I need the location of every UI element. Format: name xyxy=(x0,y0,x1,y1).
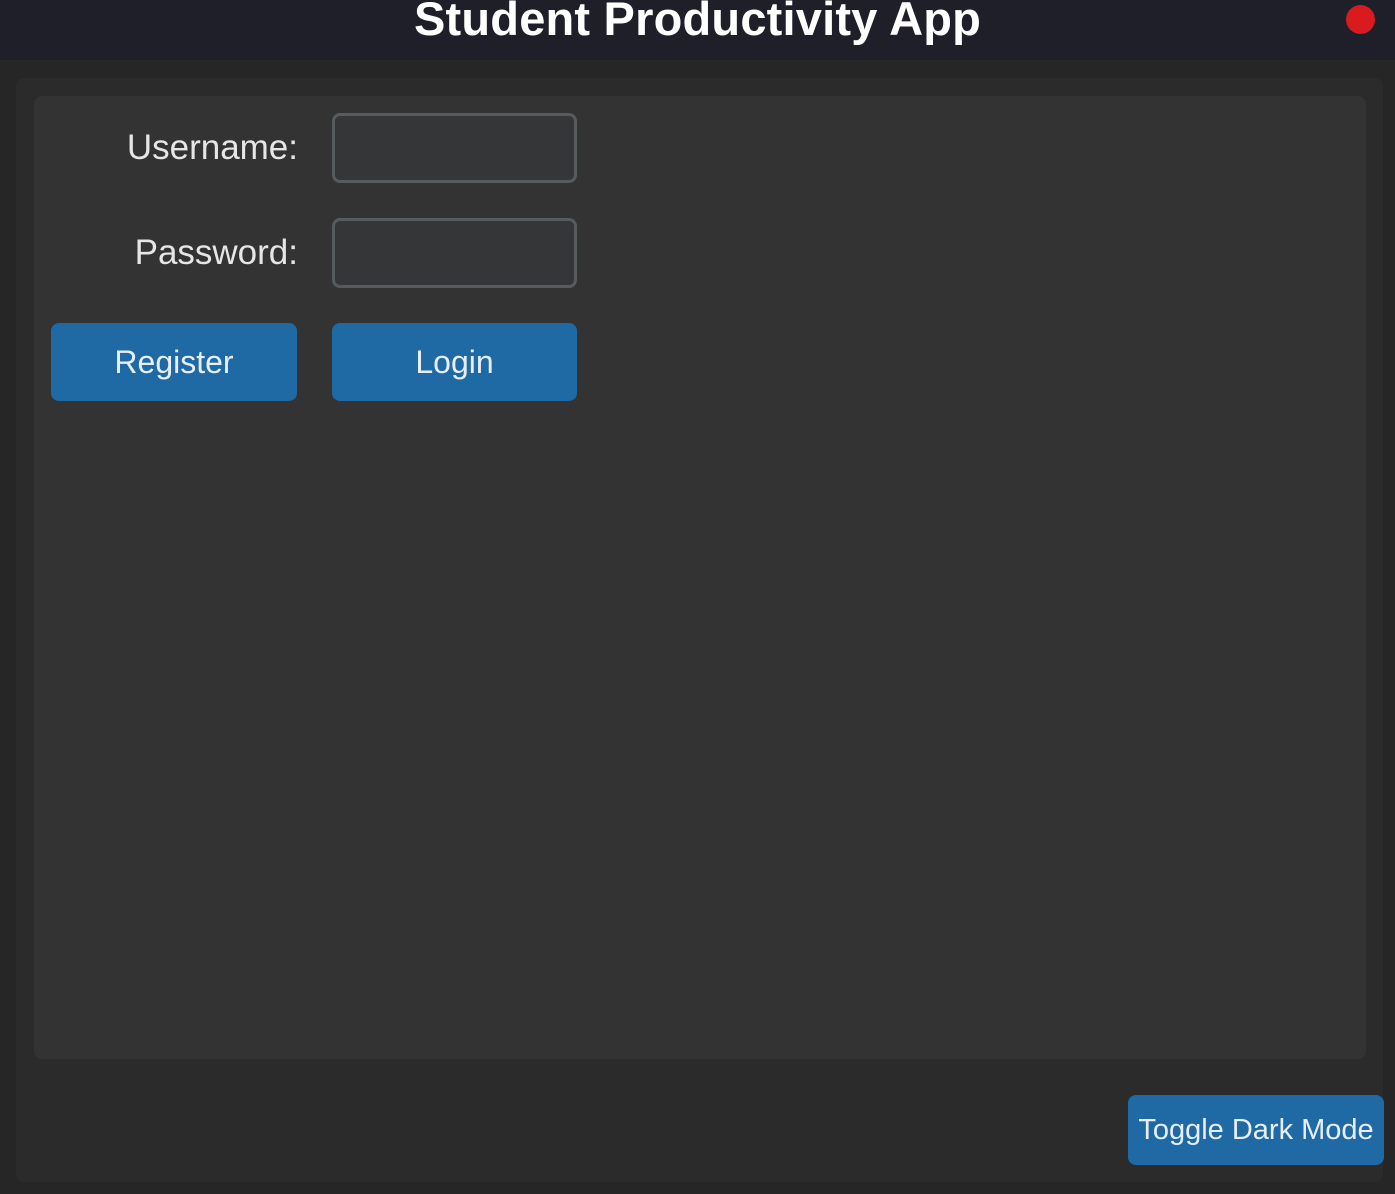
password-label: Password: xyxy=(134,233,298,272)
toggle-dark-mode-button[interactable]: Toggle Dark Mode xyxy=(1128,1095,1384,1165)
title-bar: Student Productivity App xyxy=(0,0,1395,60)
password-input[interactable] xyxy=(332,218,577,288)
username-label: Username: xyxy=(126,128,298,167)
register-button[interactable]: Register xyxy=(51,323,297,401)
username-input[interactable] xyxy=(332,113,577,183)
window-title: Student Productivity App xyxy=(413,0,982,45)
app-window: Student Productivity App Username: Passw… xyxy=(0,0,1395,1194)
login-button[interactable]: Login xyxy=(332,323,577,401)
close-icon[interactable] xyxy=(1346,5,1375,34)
